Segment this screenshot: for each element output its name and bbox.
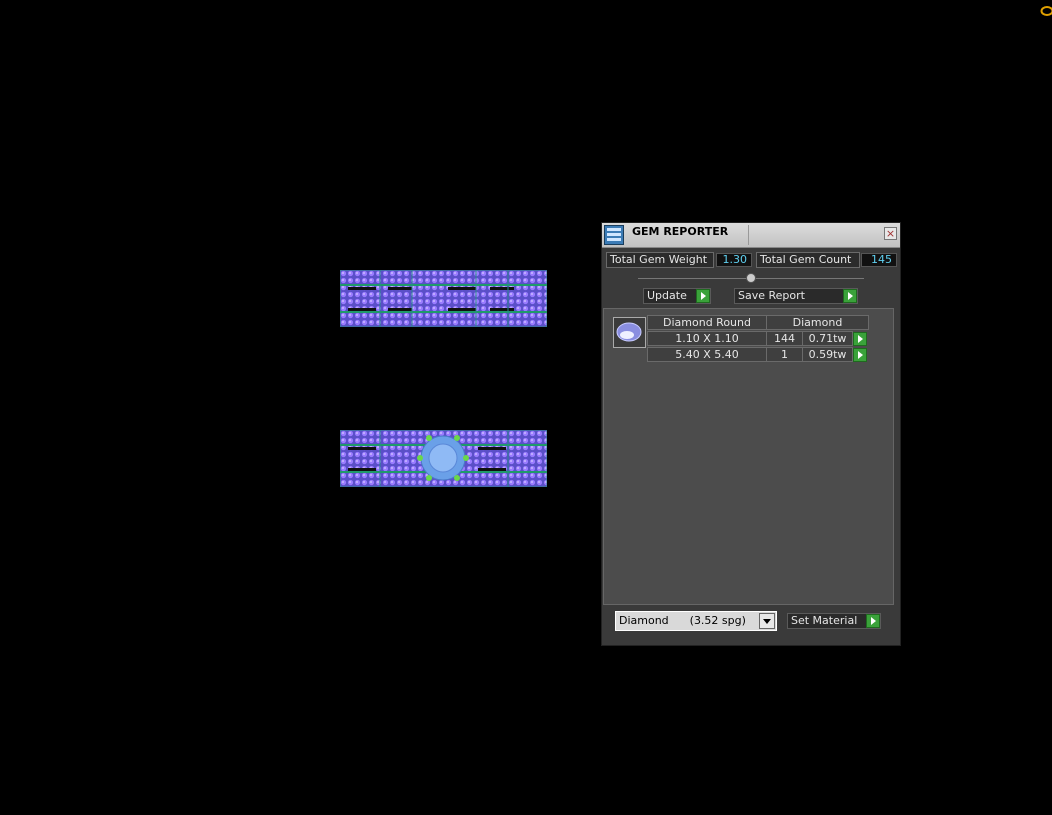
dropdown-arrow-icon[interactable] <box>759 613 775 629</box>
close-icon[interactable]: × <box>884 227 897 240</box>
table-header-material: Diamond <box>766 315 869 330</box>
title-divider <box>748 225 749 245</box>
table-row-2-size: 5.40 X 5.40 <box>647 347 767 362</box>
gem-reporter-icon <box>604 225 624 245</box>
update-button[interactable]: Update <box>643 288 711 304</box>
set-material-button-label: Set Material <box>791 614 858 627</box>
material-select-value: Diamond (3.52 spg) <box>619 614 746 627</box>
gem-reporter-panel: GEM REPORTER × Total Gem Weight 1.30 Tot… <box>601 222 901 646</box>
gem-list[interactable]: Diamond Round Diamond 1.10 X 1.10 144 0.… <box>603 308 894 605</box>
total-gem-count-value: 145 <box>861 253 897 267</box>
go-arrow-icon[interactable] <box>843 289 857 303</box>
set-material-button[interactable]: Set Material <box>787 613 881 629</box>
total-gem-count-label: Total Gem Count <box>756 252 860 268</box>
material-select[interactable]: Diamond (3.52 spg) <box>615 611 777 631</box>
save-report-button[interactable]: Save Report <box>734 288 858 304</box>
go-arrow-icon[interactable] <box>696 289 710 303</box>
update-button-label: Update <box>647 289 687 302</box>
table-header-shape: Diamond Round <box>647 315 767 330</box>
go-arrow-icon[interactable] <box>853 332 867 346</box>
table-row-1-count: 144 <box>766 331 803 346</box>
go-arrow-icon[interactable] <box>853 348 867 362</box>
panel-title: GEM REPORTER <box>632 225 729 238</box>
total-gem-weight-value: 1.30 <box>716 253 752 267</box>
save-report-button-label: Save Report <box>738 289 805 302</box>
panel-titlebar[interactable]: GEM REPORTER × <box>602 223 900 248</box>
bracelet-view-top[interactable] <box>340 270 547 327</box>
table-row-1-size: 1.10 X 1.10 <box>647 331 767 346</box>
go-arrow-icon[interactable] <box>866 614 880 628</box>
ring-icon[interactable] <box>1040 4 1052 18</box>
gem-thumbnail-icon <box>613 317 646 348</box>
bracelet-view-bottom[interactable] <box>340 430 547 487</box>
table-row-2-count: 1 <box>766 347 803 362</box>
table-row-1-weight: 0.71tw <box>802 331 853 346</box>
total-gem-weight-label: Total Gem Weight <box>606 252 714 268</box>
3d-viewport[interactable]: GEM REPORTER × Total Gem Weight 1.30 Tot… <box>0 0 1052 815</box>
panel-slider-knob[interactable] <box>746 273 756 283</box>
table-row-2-weight: 0.59tw <box>802 347 853 362</box>
